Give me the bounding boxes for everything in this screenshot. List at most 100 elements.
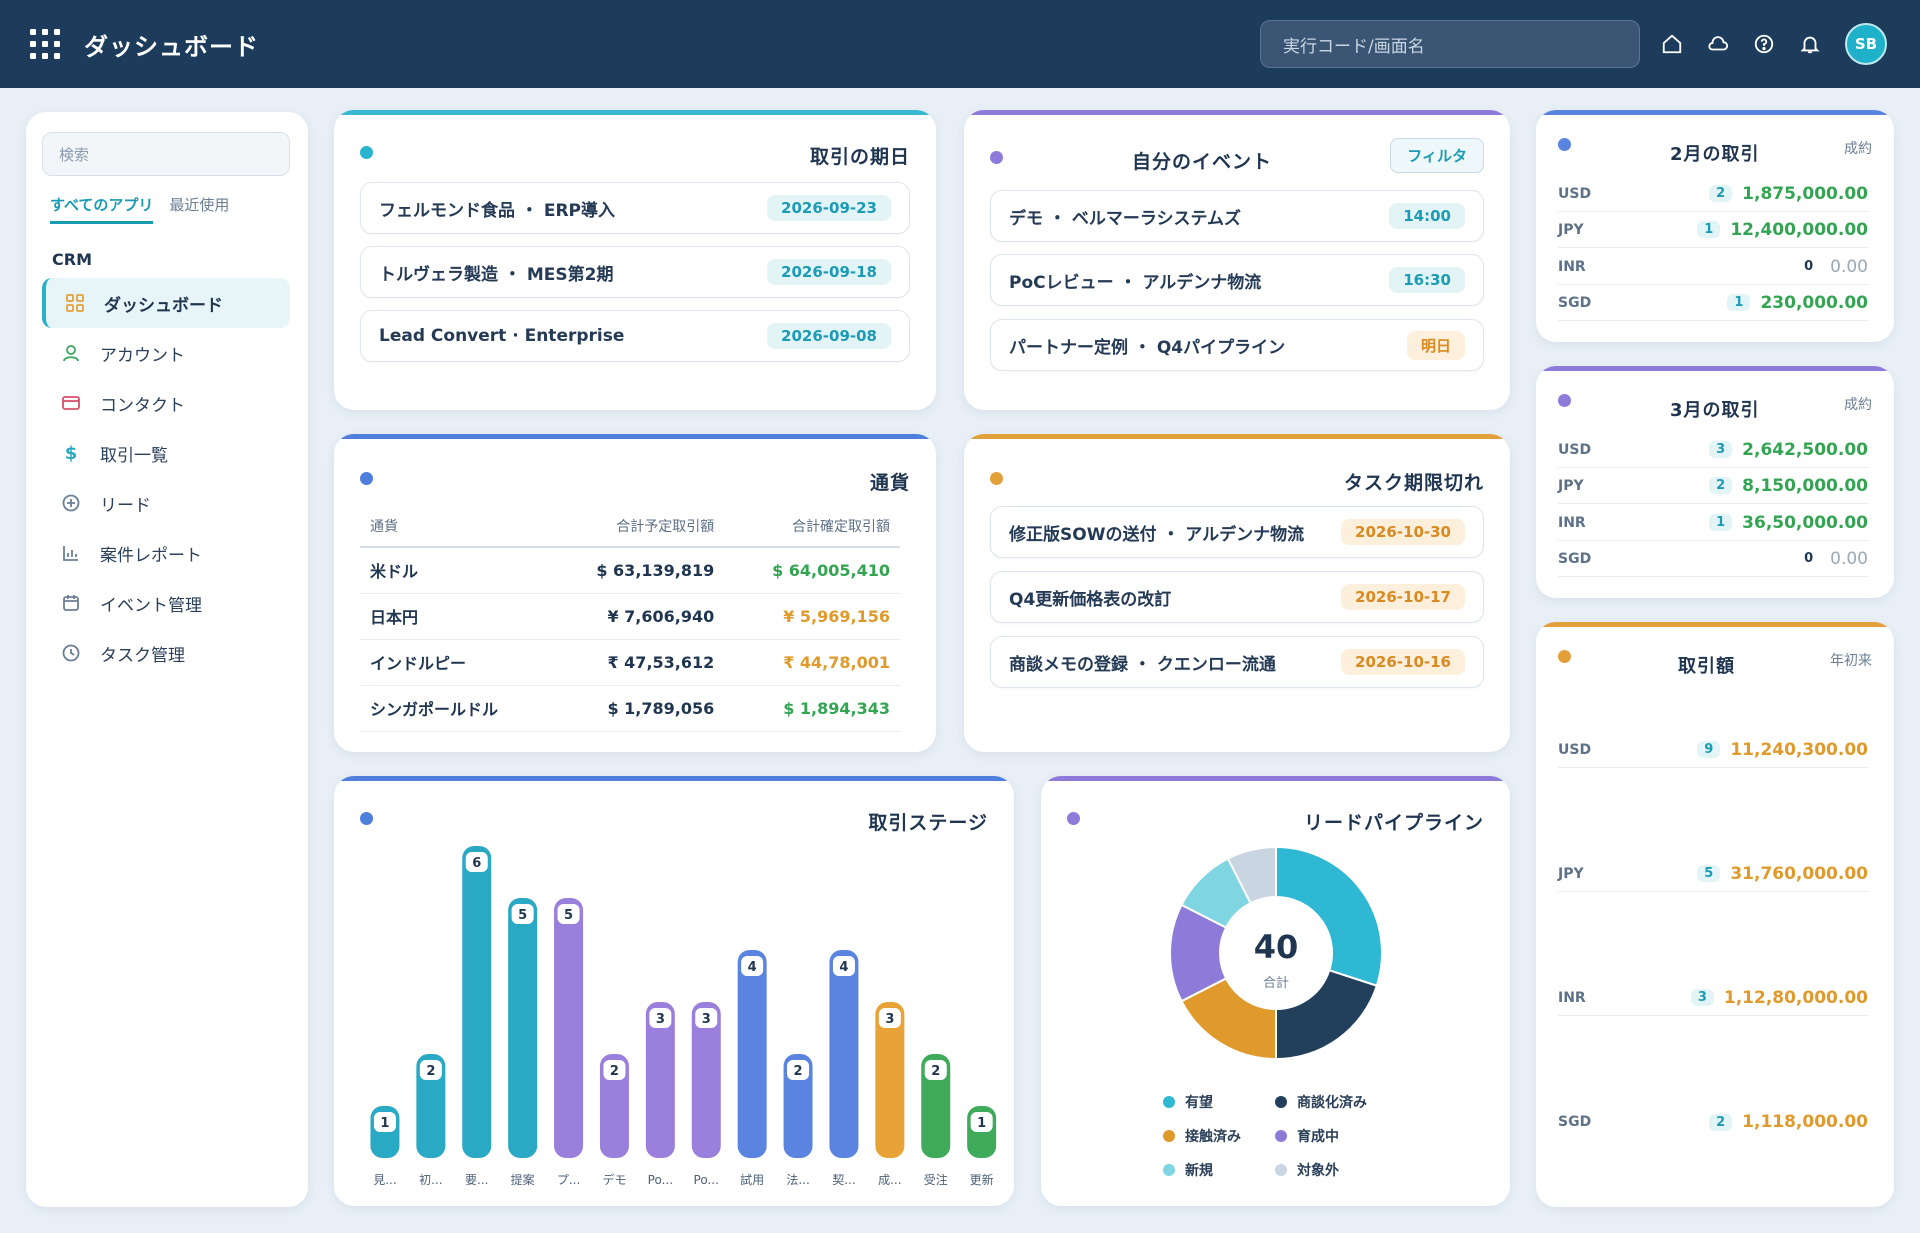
help-icon[interactable] (1752, 24, 1776, 64)
list-item[interactable]: デモ ・ ベルマーラシステムズ 14:00 (990, 190, 1484, 242)
legend-swatch (1163, 1164, 1175, 1176)
tab-all-apps[interactable]: すべてのアプリ (50, 194, 154, 224)
bar-12[interactable]: 2 受注 (921, 1054, 951, 1187)
card-dot-icon (990, 472, 1003, 485)
list-item[interactable]: 修正版SOWの送付 ・ アルデンナ物流 2026-10-30 (990, 506, 1484, 558)
bar-value-label: 3 (656, 1012, 665, 1027)
list-item[interactable]: PoCレビュー ・ アルデンナ物流 16:30 (990, 254, 1484, 306)
dollar-icon: $ (64, 442, 78, 464)
sidebar-item-label: アカウント (100, 345, 185, 366)
legend-label: 接触済み (1185, 1129, 1241, 1145)
bar-0[interactable]: 1 見... (370, 1106, 400, 1187)
lead-pipeline-card: リードパイプライン 40 合計 有望 商談化済み 接触済み 育成中 新規 対象外 (1041, 776, 1510, 1206)
table-row: 米ドル $ 63,139,819 $ 64,005,410 (360, 547, 900, 594)
table-row: インドルピー ₹ 47,53,612 ₹ 44,78,001 (360, 639, 900, 686)
bar-1[interactable]: 2 初... (416, 1054, 446, 1187)
column-header: 合計予定取引額 (548, 506, 725, 548)
sidebar-item-events[interactable]: イベント管理 (42, 578, 290, 628)
bar-4[interactable]: 5 プ... (554, 898, 584, 1187)
sidebar-item-deals[interactable]: $ 取引一覧 (42, 428, 290, 478)
legend-swatch (1275, 1130, 1287, 1142)
list-item[interactable]: フェルモンド食品 ・ ERP導入 2026-09-23 (360, 182, 910, 234)
card-dot-icon (1558, 394, 1571, 407)
bar-13[interactable]: 1 更新 (967, 1106, 997, 1187)
donut-total: 40 (1253, 928, 1299, 966)
bar-value-label: 3 (885, 1012, 894, 1027)
app-launcher-icon[interactable] (30, 29, 60, 59)
bar-rect (737, 950, 767, 1158)
bar-category-label: 法... (786, 1173, 809, 1187)
bar-6[interactable]: 3 Po... (645, 1002, 675, 1187)
grid-icon (64, 292, 86, 314)
card-subtitle: 成約 (1844, 141, 1872, 157)
bar-category-label: Po... (694, 1173, 719, 1187)
bar-rect (508, 898, 538, 1158)
bar-11[interactable]: 3 成... (875, 1002, 905, 1187)
my-events-card: 自分のイベント フィルタ デモ ・ ベルマーラシステムズ 14:00 PoCレビ… (964, 110, 1510, 410)
clock-icon (60, 642, 82, 664)
sidebar-section-title: CRM (52, 250, 92, 269)
sidebar-item-label: 取引一覧 (100, 445, 168, 466)
card-dot-icon (990, 151, 1003, 164)
filter-button[interactable]: フィルタ (1390, 138, 1484, 173)
card-dot-icon (1558, 650, 1571, 663)
bar-10[interactable]: 4 契... (829, 950, 859, 1187)
card-dot-icon (360, 146, 373, 159)
currency-card: 通貨 通貨 合計予定取引額 合計確定取引額 米ドル $ 63,139,819 $ 6… (334, 434, 936, 752)
sidebar-item-label: イベント管理 (100, 595, 202, 616)
legend-item: 新規 (1163, 1160, 1275, 1180)
list-item[interactable]: Lead Convert · Enterprise 2026-09-08 (360, 310, 910, 362)
overdue-tasks-card: タスク期限切れ 修正版SOWの送付 ・ アルデンナ物流 2026-10-30 Q… (964, 434, 1510, 752)
table-row: USD 9 11,240,300.00 (1558, 732, 1868, 768)
sidebar: 検索 すべてのアプリ 最近使用 CRM ダッシュボード アカウント コンタクト … (26, 112, 308, 1207)
sidebar-item-accounts[interactable]: アカウント (42, 328, 290, 378)
sidebar-item-tasks[interactable]: タスク管理 (42, 628, 290, 678)
card-title: 取引の期日 (809, 146, 910, 168)
avatar[interactable]: SB (1845, 23, 1887, 65)
legend-label: 新規 (1185, 1163, 1213, 1179)
card-subtitle: 年初来 (1830, 653, 1872, 669)
bar-9[interactable]: 2 法... (783, 1054, 813, 1187)
header-icons (1660, 24, 1822, 64)
item-label: 修正版SOWの送付 ・ アルデンナ物流 (1009, 524, 1305, 545)
global-search-input[interactable]: 実行コード/画面名 (1260, 20, 1640, 68)
card-title: 自分のイベント (1132, 151, 1273, 173)
sidebar-search-input[interactable]: 検索 (42, 132, 290, 176)
bar-3[interactable]: 5 提案 (508, 898, 538, 1187)
time-badge: 14:00 (1389, 203, 1465, 229)
tab-recent[interactable]: 最近使用 (169, 194, 229, 224)
cloud-icon[interactable] (1706, 24, 1730, 64)
legend-swatch (1275, 1164, 1287, 1176)
sidebar-item-leads[interactable]: リード (42, 478, 290, 528)
sidebar-item-label: リード (100, 495, 151, 516)
list-item[interactable]: Q4更新価格表の改訂 2026-10-17 (990, 571, 1484, 623)
bar-8[interactable]: 4 試用 (737, 950, 767, 1187)
bar-5[interactable]: 2 デモ (599, 1054, 629, 1187)
card-title: 2月の取引 (1670, 144, 1760, 165)
bell-icon[interactable] (1798, 24, 1822, 64)
bar-category-label: 成... (878, 1173, 901, 1187)
table-row: SGD 0 0.00 (1558, 541, 1868, 577)
card-title: タスク期限切れ (1343, 472, 1484, 494)
item-label: フェルモンド食品 ・ ERP導入 (379, 200, 615, 221)
bar-2[interactable]: 6 要... (462, 846, 492, 1187)
legend-swatch (1275, 1096, 1287, 1108)
bar-category-label: 更新 (970, 1172, 994, 1187)
sidebar-item-reports[interactable]: 案件レポート (42, 528, 290, 578)
sidebar-item-contacts[interactable]: コンタクト (42, 378, 290, 428)
list-item[interactable]: パートナー定例 ・ Q4パイプライン 明日 (990, 319, 1484, 371)
sidebar-item-dashboard[interactable]: ダッシュボード (42, 278, 290, 328)
list-item[interactable]: 商談メモの登録 ・ クエンロー流通 2026-10-16 (990, 636, 1484, 688)
deal-stage-bar-chart: 1 見... 2 初... 6 要... 5 提案 5 プ... 2 デモ 3 Po... 3 Po... 4 試… (370, 846, 997, 1187)
bar-7[interactable]: 3 Po... (691, 1002, 721, 1187)
legend-item: 有望 (1163, 1092, 1275, 1112)
list-item[interactable]: トルヴェラ製造 ・ MES第2期 2026-09-18 (360, 246, 910, 298)
card-dot-icon (1558, 138, 1571, 151)
bar-category-label: 要... (465, 1173, 488, 1187)
table-row: INR 3 1,12,80,000.00 (1558, 980, 1868, 1016)
bar-value-label: 4 (839, 960, 848, 975)
table-row: 日本円 ¥ 7,606,940 ¥ 5,969,156 (360, 593, 900, 640)
legend-swatch (1163, 1096, 1175, 1108)
home-icon[interactable] (1660, 24, 1684, 64)
bar-value-label: 2 (426, 1064, 435, 1079)
